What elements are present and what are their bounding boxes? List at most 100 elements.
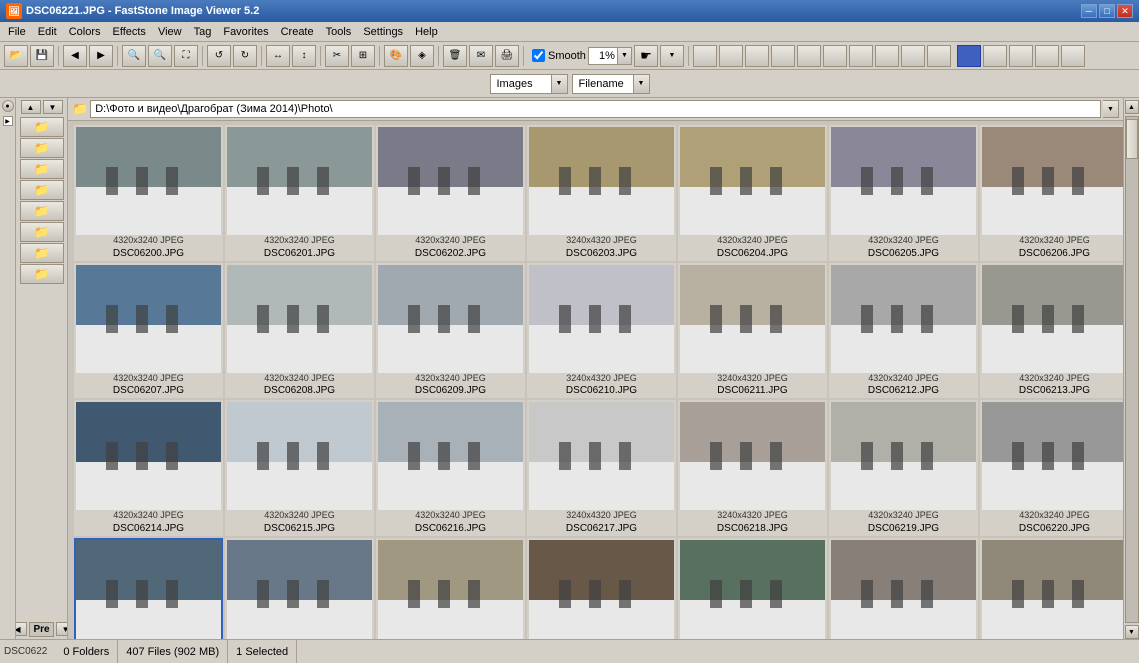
left-nav-up[interactable]: ▲ <box>21 100 41 114</box>
tb-flip-h-button[interactable]: ↔ <box>266 45 290 67</box>
tb-color-button[interactable]: 🎨 <box>384 45 408 67</box>
thumb-item[interactable]: 3240x4320 JPEGDSC06218.JPG <box>678 400 827 536</box>
close-button[interactable]: ✕ <box>1117 4 1133 18</box>
menu-settings[interactable]: Settings <box>357 24 409 40</box>
thumb-item[interactable]: 3240x4320 JPEGDSC06217.JPG <box>527 400 676 536</box>
tb-open-button[interactable]: 📂 <box>4 45 28 67</box>
blue-color-swatch[interactable] <box>957 45 981 67</box>
thumb-item[interactable]: 4320x3240 JPEGDSC06201.JPG <box>225 125 374 261</box>
tb-sharpen-button[interactable]: ◈ <box>410 45 434 67</box>
images-dropdown-arrow[interactable]: ▼ <box>551 75 567 93</box>
hand-tool-button[interactable]: ☛ <box>634 45 658 67</box>
tb-next-button[interactable]: ▶ <box>89 45 113 67</box>
menu-create[interactable]: Create <box>275 24 320 40</box>
menu-view[interactable]: View <box>152 24 188 40</box>
thumb-item[interactable]: 4320x3240 JPEGDSC06231.JPG <box>980 538 1123 639</box>
hand-arrow-button[interactable]: ▼ <box>660 45 684 67</box>
thumb-item[interactable]: 4320x3240 JPEGDSC06204.JPG <box>678 125 827 261</box>
thumb-item[interactable]: 4320x3240 JPEGDSC06200.JPG <box>74 125 223 261</box>
menu-edit[interactable]: Edit <box>32 24 63 40</box>
scroll-down-button[interactable]: ▼ <box>1125 625 1139 639</box>
tb-fit-button[interactable]: ⛶ <box>174 45 198 67</box>
folder-nav-item-5[interactable]: 📁 <box>20 201 64 221</box>
tb-more-4[interactable] <box>771 45 795 67</box>
menu-effects[interactable]: Effects <box>107 24 152 40</box>
tb-email-button[interactable]: ✉ <box>469 45 493 67</box>
folder-nav-item-1[interactable]: 📁 <box>20 117 64 137</box>
thumb-item[interactable]: 4320x3240 JPEGDSC06213.JPG <box>980 263 1123 399</box>
thumb-item[interactable]: 4320x3240 JPEGDSC06208.JPG <box>225 263 374 399</box>
right-scrollbar[interactable]: ▲ ▼ <box>1123 98 1139 639</box>
menu-file[interactable]: File <box>2 24 32 40</box>
thumb-item[interactable]: 4320x3240 JPEGDSC06221.JPG <box>74 538 223 639</box>
menu-colors[interactable]: Colors <box>63 24 107 40</box>
menu-help[interactable]: Help <box>409 24 444 40</box>
thumb-item[interactable]: 4320x3240 JPEGDSC06207.JPG <box>74 263 223 399</box>
thumb-item[interactable]: 4320x3240 JPEGDSC06202.JPG <box>376 125 525 261</box>
filename-dropdown[interactable]: Filename ▼ <box>572 74 650 94</box>
thumb-item[interactable]: 4320x3240 JPEGDSC06205.JPG <box>829 125 978 261</box>
tb-flip-v-button[interactable]: ↕ <box>292 45 316 67</box>
maximize-button[interactable]: □ <box>1099 4 1115 18</box>
scroll-up-button[interactable]: ▲ <box>1125 100 1139 114</box>
tb-more-7[interactable] <box>849 45 873 67</box>
tb-more-6[interactable] <box>823 45 847 67</box>
left-nav-down[interactable]: ▼ <box>43 100 63 114</box>
expand-left-arrow[interactable]: ▶ <box>3 116 13 126</box>
tb-more-9[interactable] <box>901 45 925 67</box>
thumb-item[interactable]: 4320x3240 JPEGDSC06228.JPG <box>527 538 676 639</box>
tb-last-1[interactable] <box>983 45 1007 67</box>
thumb-item[interactable]: 4320x3240 JPEGDSC06214.JPG <box>74 400 223 536</box>
tb-last-4[interactable] <box>1061 45 1085 67</box>
thumb-item[interactable]: 3240x4320 JPEGDSC06210.JPG <box>527 263 676 399</box>
tb-zoom-out-button[interactable]: 🔍 <box>148 45 172 67</box>
thumb-item[interactable]: 4320x3240 JPEGDSC06206.JPG <box>980 125 1123 261</box>
menu-tools[interactable]: Tools <box>320 24 358 40</box>
thumb-item[interactable]: 4320x3240 JPEGDSC06229.JPG <box>678 538 827 639</box>
menu-favorites[interactable]: Favorites <box>217 24 274 40</box>
thumb-item[interactable]: 4320x3240 JPEGDSC06219.JPG <box>829 400 978 536</box>
thumb-item[interactable]: 4320x3240 JPEGDSC06220.JPG <box>980 400 1123 536</box>
thumbnail-grid[interactable]: 4320x3240 JPEGDSC06200.JPG4320x3240 JPEG… <box>68 121 1123 639</box>
tb-more-3[interactable] <box>745 45 769 67</box>
tb-last-3[interactable] <box>1035 45 1059 67</box>
thumb-item[interactable]: 4320x3240 JPEGDSC06222.JPG <box>225 538 374 639</box>
filename-dropdown-arrow[interactable]: ▼ <box>633 75 649 93</box>
tb-more-10[interactable] <box>927 45 951 67</box>
tb-more-1[interactable] <box>693 45 717 67</box>
percent-arrow[interactable]: ▼ <box>618 47 632 65</box>
folder-nav-item-2[interactable]: 📁 <box>20 138 64 158</box>
scroll-thumb[interactable] <box>1126 119 1138 159</box>
folder-nav-item-7[interactable]: 📁 <box>20 243 64 263</box>
thumb-item[interactable]: 3240x4320 JPEGDSC06203.JPG <box>527 125 676 261</box>
thumb-item[interactable]: 4320x3240 JPEGDSC06209.JPG <box>376 263 525 399</box>
tb-more-8[interactable] <box>875 45 899 67</box>
thumb-item[interactable]: 4320x3240 JPEGDSC06216.JPG <box>376 400 525 536</box>
folder-nav-item-8[interactable]: 📁 <box>20 264 64 284</box>
scroll-left[interactable]: ◀ <box>16 622 27 636</box>
tb-delete-button[interactable]: 🗑 <box>443 45 467 67</box>
thumb-item[interactable]: 4320x3240 JPEGDSC06215.JPG <box>225 400 374 536</box>
tb-save-button[interactable]: 💾 <box>30 45 54 67</box>
tb-zoom-in-button[interactable]: 🔍 <box>122 45 146 67</box>
tb-last-2[interactable] <box>1009 45 1033 67</box>
menu-tag[interactable]: Tag <box>188 24 218 40</box>
thumb-item[interactable]: 4320x3240 JPEGDSC06212.JPG <box>829 263 978 399</box>
thumb-item[interactable]: 3240x4320 JPEGDSC06211.JPG <box>678 263 827 399</box>
tb-print-button[interactable]: 🖨 <box>495 45 519 67</box>
folder-nav-item-6[interactable]: 📁 <box>20 222 64 242</box>
tb-crop-button[interactable]: ✂ <box>325 45 349 67</box>
images-dropdown[interactable]: Images ▼ <box>490 74 568 94</box>
minimize-button[interactable]: ─ <box>1081 4 1097 18</box>
scroll-right[interactable]: ▼ <box>56 622 68 636</box>
thumb-item[interactable]: 4320x3240 JPEGDSC06227.JPG <box>376 538 525 639</box>
folder-nav-item-3[interactable]: 📁 <box>20 159 64 179</box>
tb-prev-button[interactable]: ◀ <box>63 45 87 67</box>
scroll-track[interactable] <box>1125 116 1139 623</box>
smooth-checkbox[interactable] <box>532 49 545 62</box>
path-dropdown-arrow[interactable]: ▼ <box>1103 100 1119 118</box>
thumb-item[interactable]: 4320x3240 JPEGDSC06230.JPG <box>829 538 978 639</box>
tb-more-2[interactable] <box>719 45 743 67</box>
toggle-left-panel[interactable]: ● <box>2 100 14 112</box>
tb-rotate-right-button[interactable]: ↻ <box>233 45 257 67</box>
